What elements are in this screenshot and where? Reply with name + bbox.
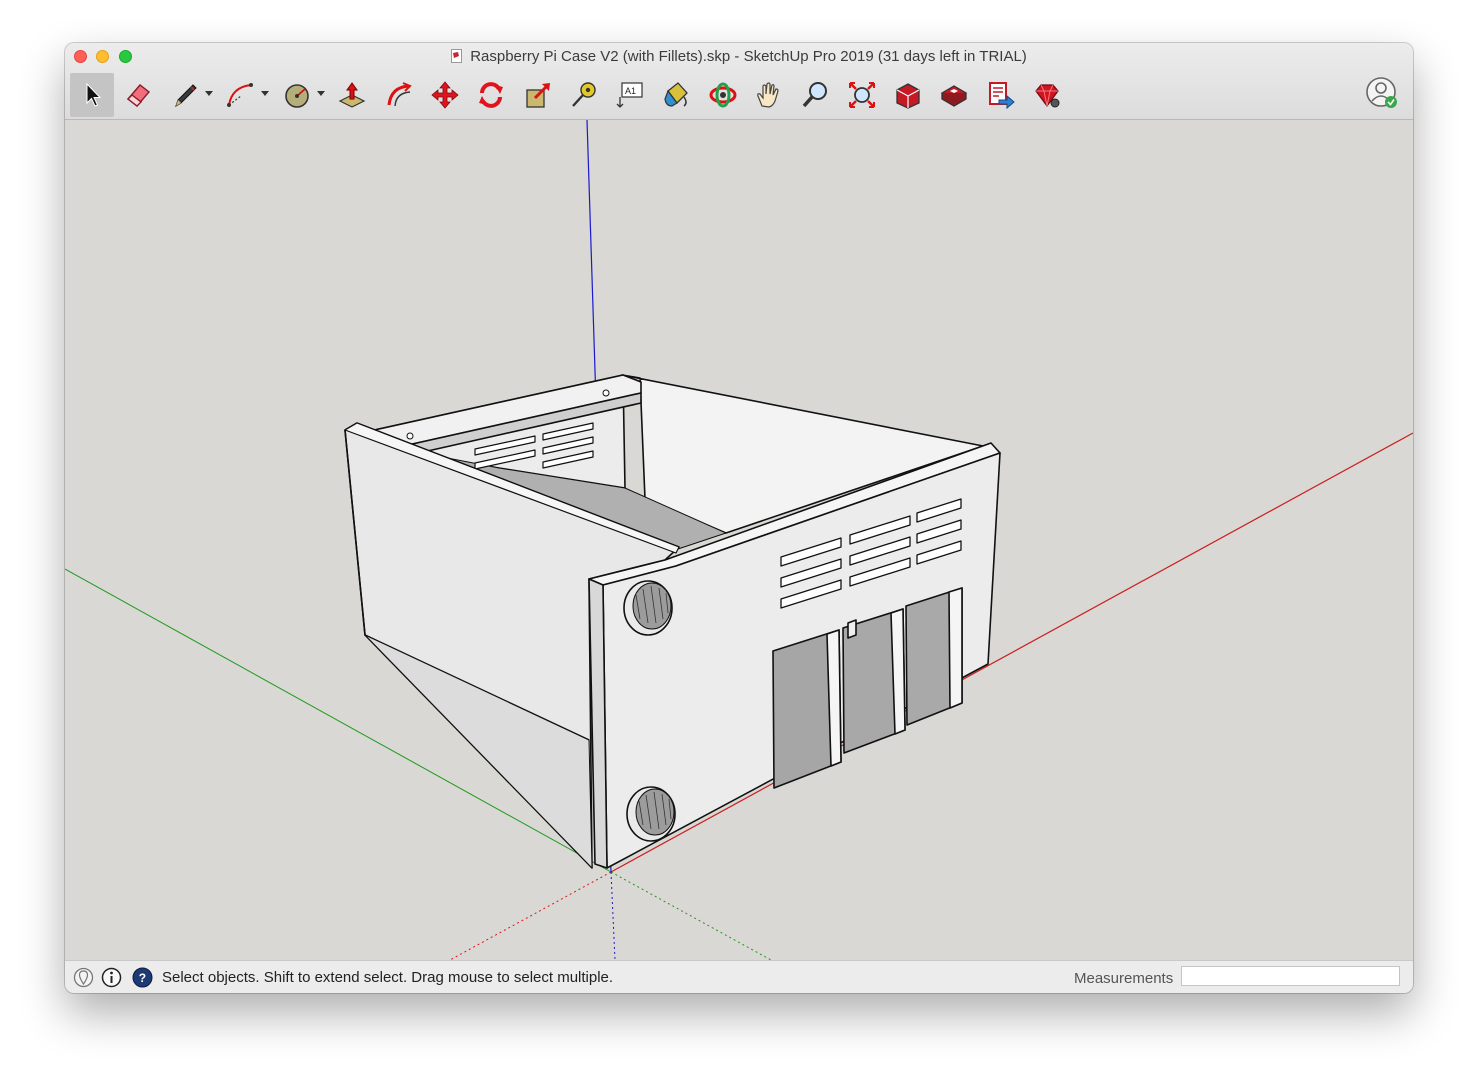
text-tool-label: A1 [625, 86, 636, 96]
3d-viewport[interactable] [65, 120, 1413, 960]
zoom-extents-tool[interactable] [840, 73, 884, 117]
offset-tool[interactable] [377, 73, 421, 117]
window-title-text: Raspberry Pi Case V2 (with Fillets).skp … [470, 48, 1027, 65]
rotate-tool[interactable] [469, 73, 513, 117]
measurements-input[interactable] [1181, 966, 1400, 986]
geo-location-icon[interactable] [73, 967, 94, 988]
move-arrows-icon [431, 81, 459, 109]
3d-warehouse-tool[interactable] [886, 73, 930, 117]
push-pull-tool[interactable] [330, 73, 374, 117]
arc-icon [227, 83, 253, 107]
orbit-icon [709, 82, 737, 108]
hand-icon [757, 82, 779, 108]
layout-send-icon [989, 82, 1015, 110]
circle-shape-icon [285, 84, 309, 108]
extension-warehouse-icon [940, 85, 968, 107]
scale-tool[interactable] [516, 73, 560, 117]
zoom-extents-icon [849, 82, 875, 108]
offset-icon [387, 82, 412, 107]
measurements-label: Measurements [1074, 970, 1174, 987]
help-icon[interactable]: ? [132, 967, 153, 988]
select-tool[interactable] [70, 73, 114, 117]
user-account-icon[interactable] [1365, 76, 1399, 110]
send-to-layout-tool[interactable] [979, 73, 1023, 117]
eraser-icon [126, 84, 151, 107]
push-pull-icon [338, 82, 366, 108]
orbit-tool[interactable] [701, 73, 745, 117]
window-title: Raspberry Pi Case V2 (with Fillets).skp … [65, 48, 1413, 65]
move-tool[interactable] [423, 73, 467, 117]
tape-measure-icon [572, 82, 596, 107]
arc-tool[interactable] [218, 73, 262, 117]
pan-tool[interactable] [747, 73, 791, 117]
skp-document-icon [451, 49, 463, 63]
line-tool[interactable] [163, 73, 207, 117]
scale-icon [526, 83, 550, 108]
extension-warehouse-tool[interactable] [932, 73, 976, 117]
status-bar: ? Select objects. Shift to extend select… [65, 960, 1413, 993]
paint-bucket-icon [664, 82, 688, 107]
paint-bucket-tool[interactable] [654, 73, 698, 117]
title-bar: Raspberry Pi Case V2 (with Fillets).skp … [65, 43, 1413, 120]
credits-info-icon[interactable] [101, 967, 122, 988]
zoom-tool[interactable] [793, 73, 837, 117]
eraser-tool[interactable] [116, 73, 160, 117]
shapes-tool-dropdown[interactable] [317, 91, 325, 96]
app-window: Raspberry Pi Case V2 (with Fillets).skp … [65, 43, 1413, 993]
tape-measure-tool[interactable] [562, 73, 606, 117]
text-icon: A1 [616, 82, 643, 108]
ruby-gem-icon [1035, 84, 1060, 108]
svg-text:?: ? [139, 971, 146, 985]
arrow-cursor-icon [86, 82, 102, 107]
pencil-icon [175, 84, 197, 108]
arc-tool-dropdown[interactable] [261, 91, 269, 96]
status-message: Select objects. Shift to extend select. … [162, 969, 614, 986]
ruby-console-tool[interactable] [1025, 73, 1069, 117]
rotate-icon [479, 82, 503, 108]
warehouse-icon [896, 83, 920, 109]
text-tool[interactable]: A1 [608, 73, 652, 117]
shapes-tool[interactable] [275, 73, 319, 117]
magnifier-icon [802, 82, 827, 108]
line-tool-dropdown[interactable] [205, 91, 213, 96]
